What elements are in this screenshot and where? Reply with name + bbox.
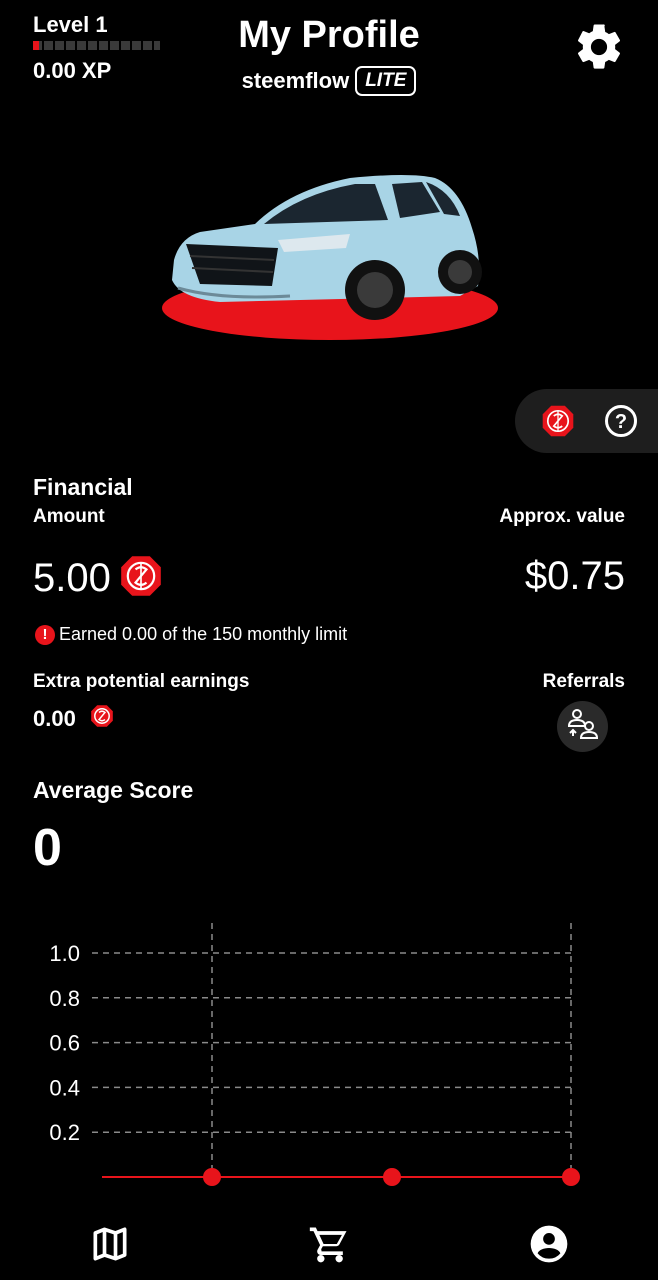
- score-chart: 1.0 0.8 0.6 0.4 0.2: [0, 915, 658, 1205]
- page-title: My Profile: [238, 14, 420, 56]
- chart-y-tick-label: 0.2: [49, 1120, 80, 1145]
- chart-point: [562, 1168, 580, 1186]
- steemflow-token-icon[interactable]: [541, 404, 575, 438]
- chart-point: [383, 1168, 401, 1186]
- monthly-limit-text: Earned 0.00 of the 150 monthly limit: [59, 624, 348, 644]
- amount-row: 5.00: [33, 554, 163, 603]
- approx-value-label: Approx. value: [499, 506, 625, 527]
- average-score-value: 0: [33, 819, 62, 877]
- side-action-pill: ?: [515, 389, 658, 453]
- brand-row: steemflow LITE: [0, 66, 658, 96]
- steemflow-token-icon: [90, 704, 114, 733]
- alert-icon: !: [35, 624, 55, 645]
- steemflow-token-icon: [119, 554, 163, 603]
- chart-y-tick-label: 0.4: [49, 1075, 80, 1100]
- amount-label: Amount: [33, 506, 105, 527]
- profile-icon[interactable]: [527, 1222, 571, 1266]
- approx-value: $0.75: [524, 554, 625, 598]
- monthly-limit-notice: ! Earned 0.00 of the 150 monthly limit: [35, 624, 347, 645]
- car-image: [160, 168, 500, 343]
- chart-point: [203, 1168, 221, 1186]
- extra-earnings-row: 0.00: [33, 704, 114, 733]
- map-icon[interactable]: [88, 1222, 132, 1266]
- referrals-button[interactable]: [557, 701, 608, 752]
- cart-icon[interactable]: [308, 1222, 352, 1266]
- lite-badge: LITE: [355, 66, 417, 96]
- bottom-nav: [0, 1210, 658, 1280]
- help-icon[interactable]: ?: [604, 404, 638, 438]
- referrals-icon: [565, 706, 601, 747]
- brand-name: steemflow: [241, 68, 350, 93]
- gear-icon[interactable]: [572, 20, 626, 74]
- chart-y-tick-label: 0.6: [49, 1031, 80, 1056]
- extra-earnings-value: 0.00: [33, 705, 76, 731]
- svg-text:?: ?: [615, 411, 627, 433]
- average-score-label: Average Score: [33, 777, 194, 803]
- amount-value: 5.00: [33, 556, 111, 600]
- chart-y-tick-label: 0.8: [49, 986, 80, 1011]
- financial-title: Financial: [33, 474, 133, 500]
- chart-y-tick-label: 1.0: [49, 941, 80, 966]
- referrals-label: Referrals: [542, 671, 625, 692]
- extra-earnings-label: Extra potential earnings: [33, 671, 250, 692]
